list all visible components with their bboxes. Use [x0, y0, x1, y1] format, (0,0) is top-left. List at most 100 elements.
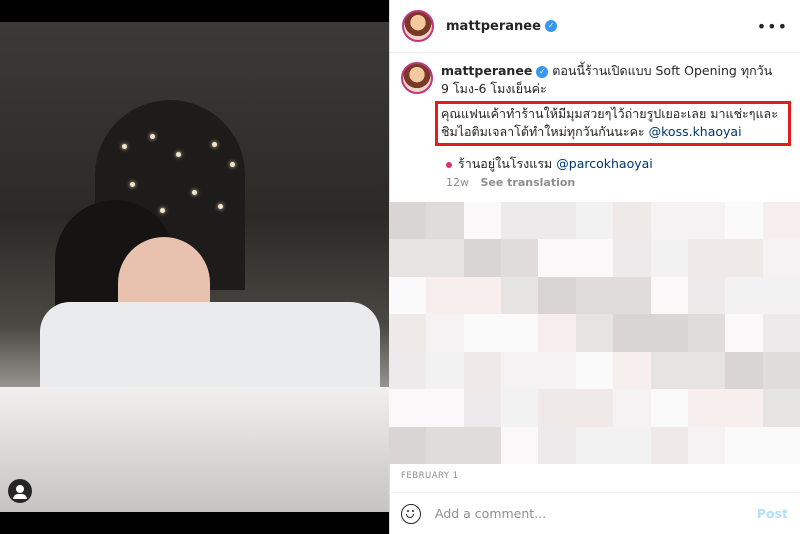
blur-cell: [613, 239, 651, 277]
blur-cell: [463, 276, 502, 315]
blur-cell: [538, 239, 576, 277]
blur-cell: [501, 426, 539, 464]
post-date: FEBRUARY 1: [401, 471, 459, 481]
blur-cell: [389, 351, 427, 390]
highlight-box: [435, 101, 791, 146]
blur-cell: [426, 314, 464, 352]
blur-cell: [725, 276, 763, 315]
stucco-ledge: [0, 387, 389, 512]
post-age: 12w: [446, 176, 469, 189]
post-photo-pane: [0, 0, 389, 534]
blur-cell: [575, 426, 614, 464]
blur-cell: [463, 389, 502, 427]
blur-cell: [762, 314, 800, 352]
blur-cell: [725, 389, 763, 427]
blur-cell: [426, 351, 464, 390]
avatar[interactable]: [402, 10, 434, 42]
blur-cell: [538, 202, 576, 240]
blur-cell: [426, 426, 464, 464]
blur-cell: [575, 202, 614, 240]
blur-cell: [389, 276, 427, 315]
blur-cell: [538, 314, 576, 352]
blur-cell: [762, 276, 800, 315]
blur-cell: [725, 314, 763, 352]
location-pin-icon: [446, 161, 452, 168]
blur-cell: [687, 351, 726, 390]
blur-cell: [575, 389, 614, 427]
blur-cell: [575, 239, 614, 277]
verified-icon: ✓: [544, 20, 557, 32]
post-photo[interactable]: [0, 22, 389, 512]
blur-cell: [762, 351, 800, 390]
blur-cell: [575, 351, 614, 390]
location-mention[interactable]: @parcokhaoyai: [556, 156, 652, 171]
blur-cell: [575, 276, 614, 315]
blurred-comments: [389, 202, 800, 464]
blur-cell: [687, 202, 726, 240]
blur-cell: [538, 351, 576, 390]
blur-cell: [650, 351, 688, 390]
blur-cell: [687, 239, 726, 277]
blur-cell: [687, 314, 726, 352]
emoji-icon[interactable]: [401, 503, 421, 524]
blur-cell: [725, 239, 763, 277]
verified-icon: ✓: [536, 65, 549, 78]
blur-cell: [725, 351, 763, 390]
blur-cell: [650, 426, 688, 464]
blur-cell: [687, 276, 726, 315]
blur-cell: [687, 389, 726, 427]
comment-input[interactable]: Add a comment...: [435, 506, 546, 521]
blur-cell: [613, 389, 651, 427]
blur-cell: [426, 202, 464, 240]
blur-cell: [613, 202, 651, 240]
blur-cell: [501, 351, 539, 390]
location-line: ร้านอยู่ในโรงแรม @parcokhaoyai: [446, 154, 653, 174]
see-translation-button[interactable]: See translation: [481, 176, 576, 189]
caption-meta: 12w See translation: [446, 176, 583, 189]
blur-cell: [575, 314, 614, 352]
blur-cell: [463, 426, 502, 464]
blur-cell: [613, 426, 651, 464]
blur-cell: [389, 202, 427, 240]
more-options-icon[interactable]: •••: [757, 17, 788, 36]
blur-cell: [501, 314, 539, 352]
tag-person-icon[interactable]: [8, 479, 32, 503]
blur-cell: [389, 426, 427, 464]
blur-cell: [762, 426, 800, 464]
blur-cell: [463, 202, 502, 240]
header-username[interactable]: mattperanee: [446, 19, 541, 34]
blur-cell: [501, 202, 539, 240]
comment-bar: Add a comment... Post: [389, 492, 800, 534]
blur-cell: [650, 389, 688, 427]
post-header: mattperanee ✓ •••: [390, 0, 800, 53]
blur-cell: [762, 202, 800, 240]
blur-cell: [762, 389, 800, 427]
blur-cell: [389, 314, 427, 352]
blur-cell: [501, 239, 539, 277]
blur-cell: [538, 276, 576, 315]
blur-cell: [613, 276, 651, 315]
location-text: ร้านอยู่ในโรงแรม: [458, 156, 557, 171]
blur-cell: [501, 276, 539, 315]
blur-cell: [463, 351, 502, 390]
caption-username[interactable]: mattperanee: [441, 63, 532, 78]
blur-cell: [650, 276, 688, 315]
blur-cell: [687, 426, 726, 464]
blur-cell: [426, 276, 464, 315]
blur-cell: [501, 389, 539, 427]
caption: mattperanee ✓ ตอนนี้ร้านเปิดแบบ Soft Open…: [401, 62, 791, 98]
blur-cell: [650, 202, 688, 240]
blur-cell: [538, 389, 576, 427]
blur-cell: [650, 239, 688, 277]
blur-cell: [426, 389, 464, 427]
blur-cell: [389, 239, 427, 277]
blur-cell: [538, 426, 576, 464]
blur-cell: [725, 426, 763, 464]
blur-cell: [650, 314, 688, 352]
post-button[interactable]: Post: [757, 506, 788, 521]
blur-cell: [613, 351, 651, 390]
caption-avatar[interactable]: [401, 62, 433, 94]
blur-cell: [463, 314, 502, 352]
blur-cell: [725, 202, 763, 240]
blur-cell: [389, 389, 427, 427]
